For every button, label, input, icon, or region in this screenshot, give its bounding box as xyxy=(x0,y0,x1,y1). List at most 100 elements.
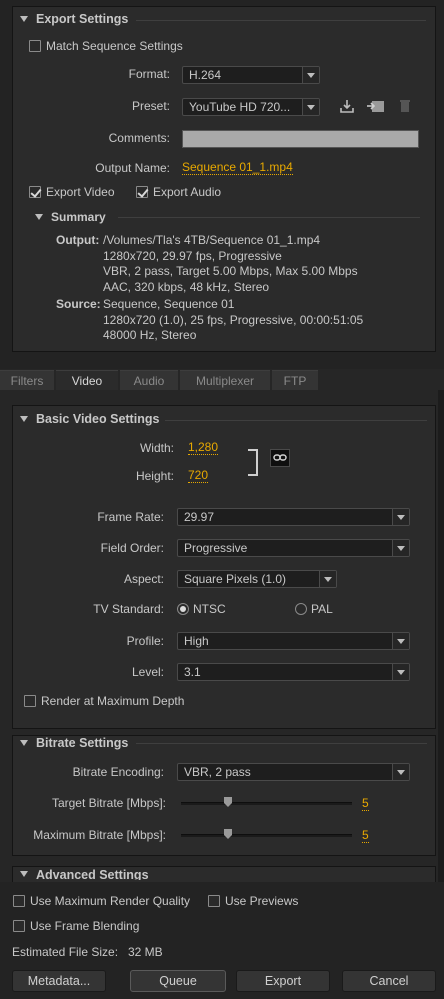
use-previews-label: Use Previews xyxy=(225,894,299,908)
field-order-dropdown[interactable]: Progressive xyxy=(177,539,410,557)
ntsc-label: NTSC xyxy=(193,602,226,616)
basic-video-header[interactable]: Basic Video Settings xyxy=(20,412,159,426)
aspect-bracket xyxy=(248,449,258,476)
width-value[interactable]: 1,280 xyxy=(188,441,219,455)
chevron-down-icon xyxy=(302,99,319,115)
chevron-down-icon xyxy=(392,664,409,680)
tab-video[interactable]: Video xyxy=(56,370,118,390)
profile-label: Profile: xyxy=(126,634,164,648)
chevron-down-icon xyxy=(392,509,409,525)
export-video-checkbox[interactable] xyxy=(29,186,41,198)
save-preset-icon[interactable] xyxy=(338,98,356,114)
bitrate-encoding-value: VBR, 2 pass xyxy=(184,765,251,779)
cancel-button[interactable]: Cancel xyxy=(342,970,436,992)
divider xyxy=(136,743,427,744)
bitrate-encoding-dropdown[interactable]: VBR, 2 pass xyxy=(177,763,410,781)
field-order-label: Field Order: xyxy=(100,541,164,555)
match-sequence-checkbox[interactable] xyxy=(29,40,41,52)
max-render-quality-checkbox[interactable] xyxy=(13,895,25,907)
profile-dropdown[interactable]: High xyxy=(177,632,410,650)
level-dropdown[interactable]: 3.1 xyxy=(177,663,410,681)
aspect-dropdown[interactable]: Square Pixels (1.0) xyxy=(177,570,337,588)
summary-source-line: 48000 Hz, Stereo xyxy=(103,328,197,342)
bitrate-encoding-label: Bitrate Encoding: xyxy=(72,765,164,779)
export-settings-title: Export Settings xyxy=(36,12,129,26)
summary-output-line: 1280x720, 29.97 fps, Progressive xyxy=(103,248,282,263)
width-label: Width: xyxy=(139,441,174,455)
height-label: Height: xyxy=(135,469,174,483)
format-dropdown[interactable]: H.264 xyxy=(182,66,320,84)
estimated-file-size-value: 32 MB xyxy=(128,945,163,959)
field-order-value: Progressive xyxy=(184,541,248,555)
summary-header[interactable]: Summary xyxy=(35,210,106,224)
export-button[interactable]: Export xyxy=(236,970,330,992)
tab-ftp[interactable]: FTP xyxy=(272,370,318,390)
summary-output-label: Output: xyxy=(56,233,100,247)
bitrate-title: Bitrate Settings xyxy=(36,736,129,750)
export-video-label: Export Video xyxy=(46,185,115,199)
collapse-triangle-icon[interactable] xyxy=(20,740,28,746)
format-value: H.264 xyxy=(189,68,222,82)
collapse-triangle-icon[interactable] xyxy=(20,416,28,422)
output-name-link[interactable]: Sequence 01_1.mp4 xyxy=(182,161,293,175)
render-max-depth-checkbox[interactable] xyxy=(24,695,36,707)
pal-radio[interactable] xyxy=(295,603,307,615)
frame-rate-dropdown[interactable]: 29.97 xyxy=(177,508,410,526)
summary-source-line: 1280x720 (1.0), 25 fps, Progressive, 00:… xyxy=(103,312,364,327)
preset-dropdown[interactable]: YouTube HD 720... xyxy=(182,98,320,116)
export-audio-checkbox[interactable] xyxy=(136,186,148,198)
maximum-bitrate-label: Maximum Bitrate [Mbps]: xyxy=(33,828,166,842)
height-value[interactable]: 720 xyxy=(188,469,209,483)
export-settings-header[interactable]: Export Settings xyxy=(20,12,128,26)
target-bitrate-value[interactable]: 5 xyxy=(362,797,369,811)
collapse-triangle-icon[interactable] xyxy=(20,16,28,22)
chevron-down-icon xyxy=(302,67,319,83)
summary-output-line: /Volumes/Tla's 4TB/Sequence 01_1.mp4 xyxy=(103,233,321,247)
advanced-header[interactable]: Advanced Settings xyxy=(20,868,149,880)
match-sequence-label: Match Sequence Settings xyxy=(46,39,183,53)
export-audio-label: Export Audio xyxy=(153,185,222,199)
level-value: 3.1 xyxy=(184,665,201,679)
frame-rate-label: Frame Rate: xyxy=(97,510,164,524)
render-max-depth-label: Render at Maximum Depth xyxy=(41,694,185,708)
scrollbar-track[interactable] xyxy=(438,390,444,882)
collapse-triangle-icon[interactable] xyxy=(35,214,43,220)
maximum-bitrate-slider[interactable] xyxy=(181,834,352,837)
collapse-triangle-icon[interactable] xyxy=(20,871,28,877)
tab-filters[interactable]: Filters xyxy=(0,370,54,390)
summary-source-line: Sequence, Sequence 01 xyxy=(103,297,235,311)
delete-preset-icon[interactable] xyxy=(398,98,416,114)
metadata-button[interactable]: Metadata... xyxy=(12,970,106,992)
profile-value: High xyxy=(184,634,209,648)
link-chain-icon[interactable] xyxy=(270,449,290,467)
ntsc-radio[interactable] xyxy=(177,603,189,615)
level-label: Level: xyxy=(131,665,164,679)
summary-output-line: VBR, 2 pass, Target 5.00 Mbps, Max 5.00 … xyxy=(103,264,358,278)
tv-standard-label: TV Standard: xyxy=(93,602,164,616)
comments-field[interactable] xyxy=(182,130,419,148)
chevron-down-icon xyxy=(392,540,409,556)
frame-blending-checkbox[interactable] xyxy=(13,920,25,932)
queue-button[interactable]: Queue xyxy=(130,970,226,992)
divider xyxy=(118,217,420,218)
frame-rate-value: 29.97 xyxy=(184,510,215,524)
target-bitrate-label: Target Bitrate [Mbps]: xyxy=(51,796,166,810)
tab-multiplexer[interactable]: Multiplexer xyxy=(180,370,270,390)
maximum-bitrate-value[interactable]: 5 xyxy=(362,829,369,843)
tab-audio[interactable]: Audio xyxy=(120,370,178,390)
divider xyxy=(136,20,426,21)
advanced-title: Advanced Settings xyxy=(36,868,149,880)
import-preset-icon[interactable] xyxy=(366,98,386,114)
preset-label: Preset: xyxy=(131,99,170,113)
summary-source-label: Source: xyxy=(56,297,101,311)
comments-label: Comments: xyxy=(108,131,170,145)
bitrate-header[interactable]: Bitrate Settings xyxy=(20,736,128,750)
use-previews-checkbox[interactable] xyxy=(208,895,220,907)
aspect-label: Aspect: xyxy=(123,572,164,586)
divider xyxy=(165,420,427,421)
aspect-value: Square Pixels (1.0) xyxy=(184,572,287,586)
target-bitrate-slider[interactable] xyxy=(181,802,352,805)
preset-value: YouTube HD 720... xyxy=(189,100,291,114)
chevron-down-icon xyxy=(392,633,409,649)
chevron-down-icon xyxy=(319,571,336,587)
